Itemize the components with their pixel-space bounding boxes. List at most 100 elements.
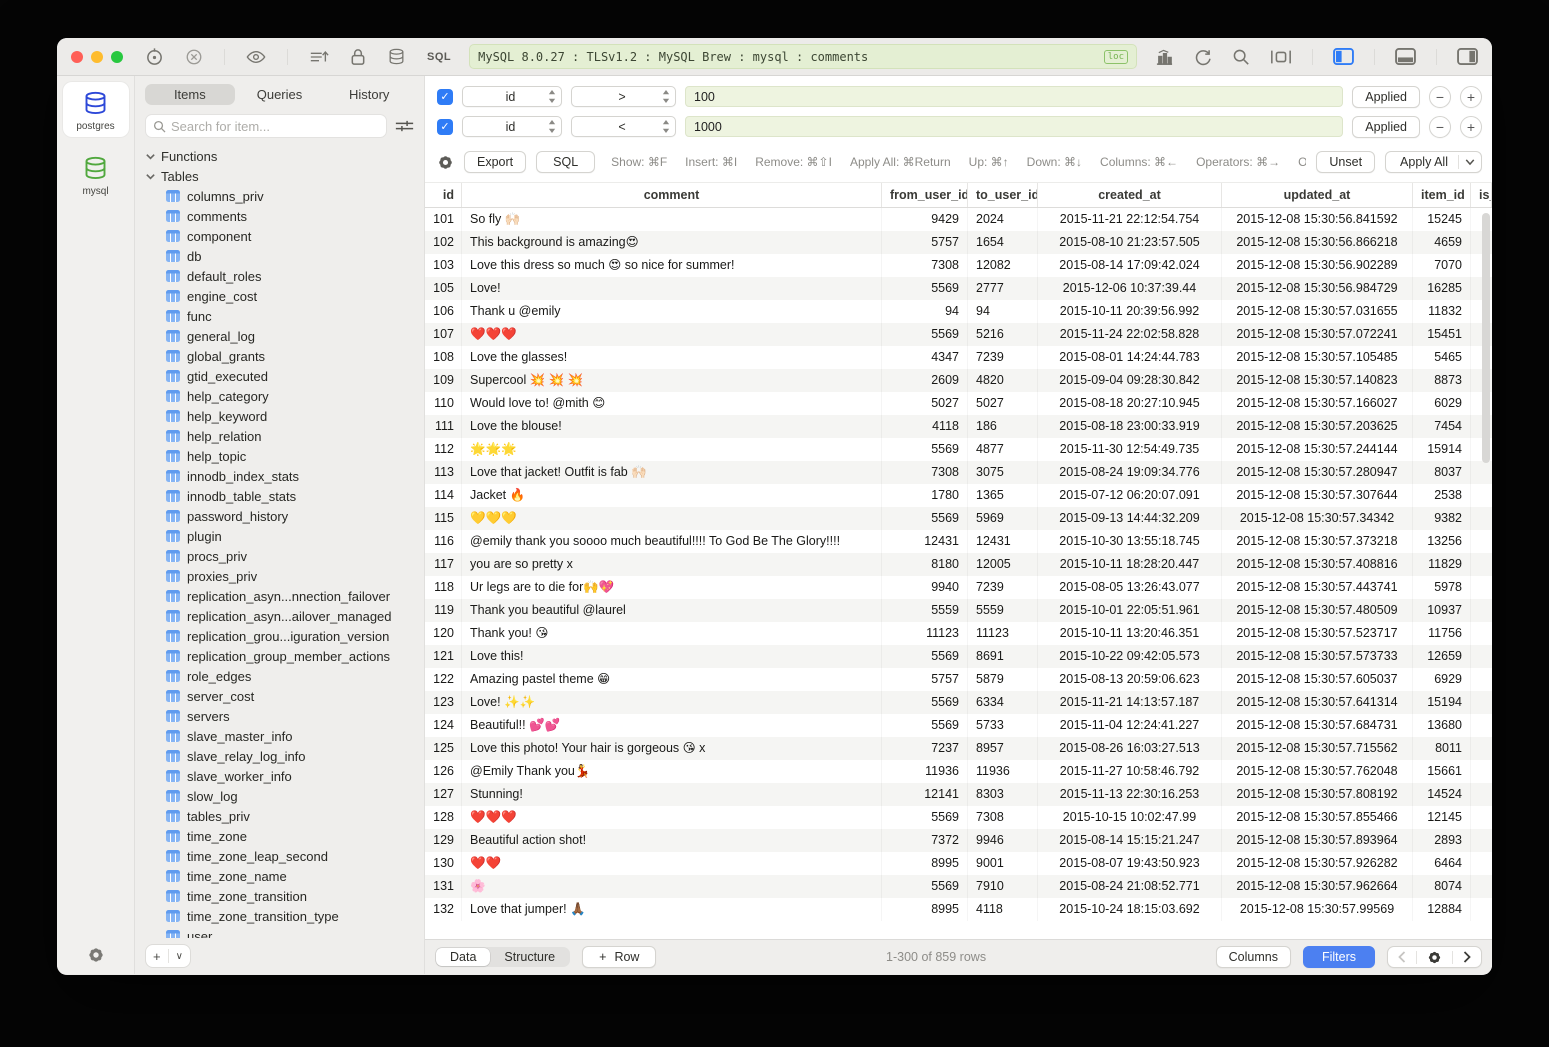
cell-comment[interactable]: Beautiful action shot! — [462, 829, 882, 852]
cell-id[interactable]: 121 — [425, 645, 462, 668]
sidebar-table-item[interactable]: tables_priv — [145, 806, 414, 826]
cell-from_user_id[interactable]: 11123 — [882, 622, 968, 645]
remove-filter-button[interactable]: − — [1429, 116, 1451, 138]
remove-filter-button[interactable]: − — [1429, 86, 1451, 108]
settings-gear-icon[interactable] — [87, 946, 105, 964]
cell-item_id[interactable]: 2538 — [1413, 484, 1471, 507]
search-icon[interactable] — [1232, 48, 1250, 66]
table-row[interactable]: 116@emily thank you soooo much beautiful… — [425, 530, 1492, 553]
cell-comment[interactable]: Love that jacket! Outfit is fab 🙌🏻 — [462, 461, 882, 484]
cell-item_id[interactable]: 12884 — [1413, 898, 1471, 921]
filter-applied-button[interactable]: Applied — [1352, 116, 1420, 138]
cell-is_[interactable] — [1471, 553, 1492, 576]
cell-is_[interactable] — [1471, 461, 1492, 484]
cell-from_user_id[interactable]: 5027 — [882, 392, 968, 415]
cell-created_at[interactable]: 2015-10-01 22:05:51.961 — [1038, 599, 1222, 622]
cell-to_user_id[interactable]: 1654 — [968, 231, 1038, 254]
table-row[interactable]: 129Beautiful action shot!737299462015-08… — [425, 829, 1492, 852]
sql-console-button[interactable]: SQL — [427, 51, 451, 63]
table-row[interactable]: 110Would love to! @mith 😊502750272015-08… — [425, 392, 1492, 415]
cell-from_user_id[interactable]: 5569 — [882, 691, 968, 714]
cell-updated_at[interactable]: 2015-12-08 15:30:57.031655 — [1222, 300, 1413, 323]
item-search[interactable] — [145, 114, 387, 138]
cell-to_user_id[interactable]: 4877 — [968, 438, 1038, 461]
cell-id[interactable]: 105 — [425, 277, 462, 300]
sidebar-table-item[interactable]: slave_worker_info — [145, 766, 414, 786]
cell-from_user_id[interactable]: 5569 — [882, 806, 968, 829]
cell-to_user_id[interactable]: 5733 — [968, 714, 1038, 737]
cell-is_[interactable] — [1471, 806, 1492, 829]
table-row[interactable]: 121Love this!556986912015-10-22 09:42:05… — [425, 645, 1492, 668]
sidebar-table-item[interactable]: procs_priv — [145, 546, 414, 566]
cell-item_id[interactable]: 15245 — [1413, 208, 1471, 231]
sidebar-table-item[interactable]: replication_grou...iguration_version — [145, 626, 414, 646]
table-row[interactable]: 105Love!556927772015-12-06 10:37:39.4420… — [425, 277, 1492, 300]
sql-button[interactable]: SQL — [536, 151, 595, 173]
cell-to_user_id[interactable]: 7308 — [968, 806, 1038, 829]
cell-updated_at[interactable]: 2015-12-08 15:30:57.34342 — [1222, 507, 1413, 530]
table-row[interactable]: 128❤️❤️❤️556973082015-10-15 10:02:47.992… — [425, 806, 1492, 829]
table-row[interactable]: 131🌸556979102015-08-24 21:08:52.7712015-… — [425, 875, 1492, 898]
sidebar-table-item[interactable]: time_zone_transition_type — [145, 906, 414, 926]
table-row[interactable]: 117you are so pretty x8180120052015-10-1… — [425, 553, 1492, 576]
database-icon[interactable] — [387, 47, 406, 66]
cell-updated_at[interactable]: 2015-12-08 15:30:57.523717 — [1222, 622, 1413, 645]
cell-comment[interactable]: ❤️❤️❤️ — [462, 323, 882, 346]
cell-updated_at[interactable]: 2015-12-08 15:30:57.99569 — [1222, 898, 1413, 921]
cell-item_id[interactable]: 5978 — [1413, 576, 1471, 599]
column-header[interactable]: updated_at — [1222, 183, 1413, 207]
cell-item_id[interactable]: 7070 — [1413, 254, 1471, 277]
cell-updated_at[interactable]: 2015-12-08 15:30:57.244144 — [1222, 438, 1413, 461]
cell-created_at[interactable]: 2015-08-24 19:09:34.776 — [1038, 461, 1222, 484]
cell-created_at[interactable]: 2015-10-24 18:15:03.692 — [1038, 898, 1222, 921]
table-row[interactable]: 108Love the glasses!434772392015-08-01 1… — [425, 346, 1492, 369]
cell-from_user_id[interactable]: 7237 — [882, 737, 968, 760]
cell-comment[interactable]: Supercool 💥 💥 💥 — [462, 369, 882, 392]
cell-comment[interactable]: Love that jumper! 🙏🏾 — [462, 898, 882, 921]
sidebar-table-item[interactable]: plugin — [145, 526, 414, 546]
toggle-right-panel-icon[interactable] — [1457, 48, 1478, 65]
cell-from_user_id[interactable]: 9429 — [882, 208, 968, 231]
cell-id[interactable]: 116 — [425, 530, 462, 553]
add-item-button[interactable]: + ∨ — [145, 944, 191, 968]
table-row[interactable]: 114Jacket 🔥178013652015-07-12 06:20:07.0… — [425, 484, 1492, 507]
cell-created_at[interactable]: 2015-08-18 20:27:10.945 — [1038, 392, 1222, 415]
table-row[interactable]: 101So fly 🙌🏻942920242015-11-21 22:12:54.… — [425, 208, 1492, 231]
cell-updated_at[interactable]: 2015-12-08 15:30:57.140823 — [1222, 369, 1413, 392]
group-tables[interactable]: Tables — [145, 166, 414, 186]
cell-to_user_id[interactable]: 2777 — [968, 277, 1038, 300]
cell-item_id[interactable]: 8074 — [1413, 875, 1471, 898]
cell-created_at[interactable]: 2015-10-11 20:39:56.992 — [1038, 300, 1222, 323]
cell-updated_at[interactable]: 2015-12-08 15:30:57.480509 — [1222, 599, 1413, 622]
cell-to_user_id[interactable]: 5879 — [968, 668, 1038, 691]
cell-created_at[interactable]: 2015-10-15 10:02:47.99 — [1038, 806, 1222, 829]
cell-from_user_id[interactable]: 5569 — [882, 507, 968, 530]
table-row[interactable]: 113Love that jacket! Outfit is fab 🙌🏻730… — [425, 461, 1492, 484]
cell-created_at[interactable]: 2015-08-26 16:03:27.513 — [1038, 737, 1222, 760]
cell-comment[interactable]: Thank you! 😘 — [462, 622, 882, 645]
cell-item_id[interactable]: 16285 — [1413, 277, 1471, 300]
sidebar-table-item[interactable]: db — [145, 246, 414, 266]
sidebar-table-item[interactable]: time_zone_leap_second — [145, 846, 414, 866]
cell-created_at[interactable]: 2015-10-11 13:20:46.351 — [1038, 622, 1222, 645]
cell-to_user_id[interactable]: 4820 — [968, 369, 1038, 392]
cell-id[interactable]: 117 — [425, 553, 462, 576]
cell-from_user_id[interactable]: 7372 — [882, 829, 968, 852]
sidebar-table-item[interactable]: general_log — [145, 326, 414, 346]
cell-comment[interactable]: 💛💛💛 — [462, 507, 882, 530]
page-settings-gear-icon[interactable] — [1417, 950, 1452, 965]
cell-item_id[interactable]: 12145 — [1413, 806, 1471, 829]
cell-created_at[interactable]: 2015-08-07 19:43:50.923 — [1038, 852, 1222, 875]
cell-created_at[interactable]: 2015-11-21 14:13:57.187 — [1038, 691, 1222, 714]
cell-updated_at[interactable]: 2015-12-08 15:30:57.105485 — [1222, 346, 1413, 369]
cell-id[interactable]: 101 — [425, 208, 462, 231]
cell-updated_at[interactable]: 2015-12-08 15:30:57.166027 — [1222, 392, 1413, 415]
cell-id[interactable]: 108 — [425, 346, 462, 369]
cell-item_id[interactable]: 15661 — [1413, 760, 1471, 783]
column-header[interactable]: to_user_id — [968, 183, 1038, 207]
cell-item_id[interactable]: 11756 — [1413, 622, 1471, 645]
cell-is_[interactable] — [1471, 783, 1492, 806]
cell-is_[interactable] — [1471, 507, 1492, 530]
sidebar-table-item[interactable]: slave_relay_log_info — [145, 746, 414, 766]
apply-all-button[interactable]: Apply All — [1385, 151, 1482, 173]
